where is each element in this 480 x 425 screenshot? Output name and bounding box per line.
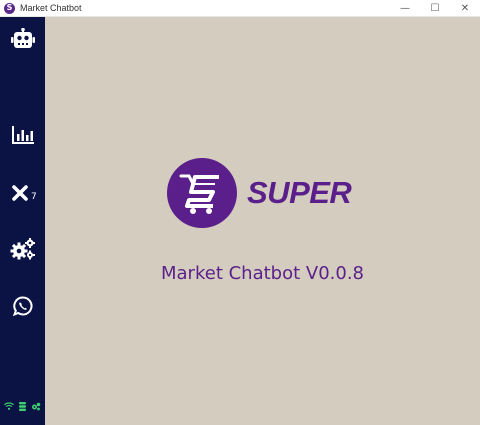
sidebar-item-rejected[interactable]: 7 [0,175,45,211]
title-bar: S Market Chatbot — ☐ ✕ [0,0,480,17]
maximize-button[interactable]: ☐ [420,0,450,17]
cart-logo-icon [167,158,237,228]
window-controls: — ☐ ✕ [390,0,480,17]
sidebar-item-whatsapp[interactable] [0,288,45,324]
bar-chart-icon [11,126,34,144]
minimize-button[interactable]: — [390,0,420,17]
gears-icon [10,238,36,260]
whatsapp-icon [12,296,33,316]
brand-name: SUPER [247,175,352,210]
app-icon: S [4,2,15,14]
sidebar: 7 [0,17,45,425]
main-content: SUPER Market Chatbot V0.0.8 [45,17,480,425]
app-version-label: Market Chatbot V0.0.8 [161,263,364,284]
wifi-icon [4,402,15,410]
brand-logo: SUPER [167,157,357,229]
rejected-count-badge: 7 [31,192,37,202]
sidebar-item-settings[interactable] [0,231,45,267]
gear-status-icon [31,402,41,411]
connection-status-bar [0,401,45,411]
close-icon [11,185,28,201]
sidebar-item-chatbot[interactable] [0,21,45,57]
window-title: Market Chatbot [20,3,82,13]
close-button[interactable]: ✕ [450,0,480,17]
robot-icon [10,28,35,50]
database-icon [18,401,26,411]
sidebar-item-statistics[interactable] [0,117,45,153]
